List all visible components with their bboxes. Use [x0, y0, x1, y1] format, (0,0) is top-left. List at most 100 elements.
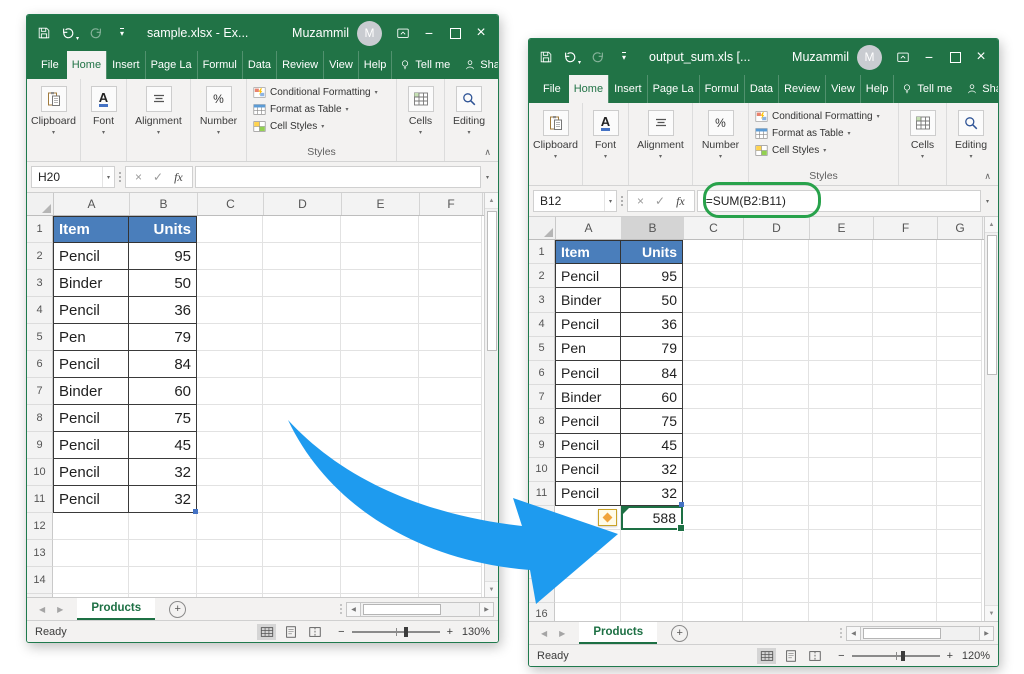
row-header-13[interactable]: 13 — [27, 540, 53, 567]
close-button[interactable]: × — [468, 20, 494, 46]
cell-C8[interactable] — [683, 409, 743, 433]
cell-A15[interactable] — [555, 579, 621, 603]
row-header-15[interactable]: 15 — [529, 579, 555, 603]
cell-C1[interactable] — [683, 240, 743, 264]
column-header-D[interactable]: D — [744, 217, 810, 239]
scroll-up-icon[interactable]: ▲ — [985, 217, 998, 233]
cell-G3[interactable] — [937, 288, 982, 312]
cell-D10[interactable] — [743, 458, 809, 482]
cell-F15[interactable] — [873, 579, 937, 603]
cell-C6[interactable] — [683, 361, 743, 385]
cell-B12[interactable] — [129, 513, 197, 540]
vertical-scroll-thumb[interactable] — [987, 235, 997, 375]
cell-B6[interactable]: 84 — [621, 361, 683, 385]
cell-B5[interactable]: 79 — [621, 337, 683, 361]
scroll-down-icon[interactable]: ▼ — [985, 605, 998, 621]
cell-C4[interactable] — [683, 313, 743, 337]
cell-A14[interactable] — [53, 567, 129, 594]
scroll-up-icon[interactable]: ▲ — [485, 193, 498, 209]
cell-F11[interactable] — [873, 482, 937, 506]
cell-A8[interactable]: Pencil — [555, 409, 621, 433]
cell-D5[interactable] — [263, 324, 341, 351]
select-all-corner[interactable] — [529, 217, 556, 239]
tabbar-handle[interactable] — [336, 604, 346, 614]
cell-F6[interactable] — [419, 351, 482, 378]
cell-G11[interactable] — [937, 482, 982, 506]
cell-D9[interactable] — [743, 434, 809, 458]
cell-F6[interactable] — [873, 361, 937, 385]
formula-input[interactable]: =SUM(B2:B11) — [697, 190, 981, 212]
ribbon-display-options-icon[interactable] — [890, 44, 916, 70]
cell-B3[interactable]: 50 — [129, 270, 197, 297]
conditional-formatting-button[interactable]: Conditional Formatting▾ — [253, 86, 378, 99]
cell-F2[interactable] — [873, 264, 937, 288]
ribbon-group-cells[interactable]: Cells ▾ — [397, 79, 445, 161]
cell-E2[interactable] — [341, 243, 419, 270]
cell-G13[interactable] — [937, 530, 982, 554]
cell-A12[interactable] — [53, 513, 129, 540]
ribbon-group-number[interactable]: % Number ▾ — [693, 103, 749, 185]
cell-F12[interactable] — [873, 506, 937, 530]
undo-icon[interactable]: ▾ — [57, 20, 83, 46]
cell-F12[interactable] — [419, 513, 482, 540]
cell-F13[interactable] — [873, 530, 937, 554]
tab-home[interactable]: Home — [569, 75, 608, 103]
cell-F10[interactable] — [419, 459, 482, 486]
zoom-slider-thumb[interactable] — [901, 651, 905, 661]
column-header-A[interactable]: A — [556, 217, 622, 239]
cell-G14[interactable] — [937, 554, 982, 578]
cell-A2[interactable]: Pencil — [53, 243, 129, 270]
select-all-corner[interactable] — [27, 193, 54, 215]
qat-customize-icon[interactable]: ▾ — [109, 20, 135, 46]
sheet-tab-products[interactable]: Products — [579, 622, 657, 644]
cell-A13[interactable] — [53, 540, 129, 567]
cell-C16[interactable] — [683, 603, 743, 621]
tab-home[interactable]: Home — [67, 51, 106, 79]
cell-E5[interactable] — [809, 337, 873, 361]
cell-D3[interactable] — [743, 288, 809, 312]
row-header-11[interactable]: 11 — [27, 486, 53, 513]
cell-D11[interactable] — [263, 486, 341, 513]
cell-A1[interactable]: Item — [53, 216, 129, 243]
formula-bar-handle[interactable] — [617, 196, 627, 206]
cell-A6[interactable]: Pencil — [53, 351, 129, 378]
qat-customize-icon[interactable]: ▾ — [611, 44, 637, 70]
insert-function-icon[interactable]: fx — [174, 170, 183, 185]
cell-E1[interactable] — [809, 240, 873, 264]
cell-A3[interactable]: Binder — [555, 288, 621, 312]
collapse-ribbon-icon[interactable]: ∧ — [484, 147, 491, 158]
format-as-table-button[interactable]: Format as Table▾ — [253, 103, 349, 116]
cell-C2[interactable] — [197, 243, 263, 270]
cell-B10[interactable]: 32 — [129, 459, 197, 486]
cell-F8[interactable] — [419, 405, 482, 432]
ribbon-group-font[interactable]: A Font ▾ — [81, 79, 127, 161]
row-header-2[interactable]: 2 — [529, 264, 555, 288]
cell-C8[interactable] — [197, 405, 263, 432]
cell-B9[interactable]: 45 — [621, 434, 683, 458]
cell-E7[interactable] — [809, 385, 873, 409]
column-header-C[interactable]: C — [198, 193, 264, 215]
cell-B7[interactable]: 60 — [621, 385, 683, 409]
row-header-5[interactable]: 5 — [27, 324, 53, 351]
cell-C4[interactable] — [197, 297, 263, 324]
cell-B9[interactable]: 45 — [129, 432, 197, 459]
tab-review[interactable]: Review — [276, 51, 323, 79]
sheet-nav-right-icon[interactable]: ▶ — [553, 629, 571, 638]
tab-file[interactable]: File — [33, 51, 67, 79]
expand-formula-bar-icon[interactable]: ▾ — [481, 174, 494, 181]
ribbon-group-number[interactable]: % Number ▾ — [191, 79, 247, 161]
insert-function-icon[interactable]: fx — [676, 194, 685, 209]
cell-D13[interactable] — [263, 540, 341, 567]
cell-C12[interactable] — [197, 513, 263, 540]
row-header-9[interactable]: 9 — [27, 432, 53, 459]
tab-formulas[interactable]: Formul — [197, 51, 242, 79]
cell-D15[interactable] — [743, 579, 809, 603]
formula-input[interactable] — [195, 166, 481, 188]
row-header-8[interactable]: 8 — [529, 409, 555, 433]
row-header-16[interactable]: 16 — [529, 603, 555, 621]
cell-F3[interactable] — [419, 270, 482, 297]
cell-C5[interactable] — [197, 324, 263, 351]
cell-D14[interactable] — [743, 554, 809, 578]
cell-F3[interactable] — [873, 288, 937, 312]
format-as-table-button[interactable]: Format as Table▾ — [755, 127, 851, 140]
